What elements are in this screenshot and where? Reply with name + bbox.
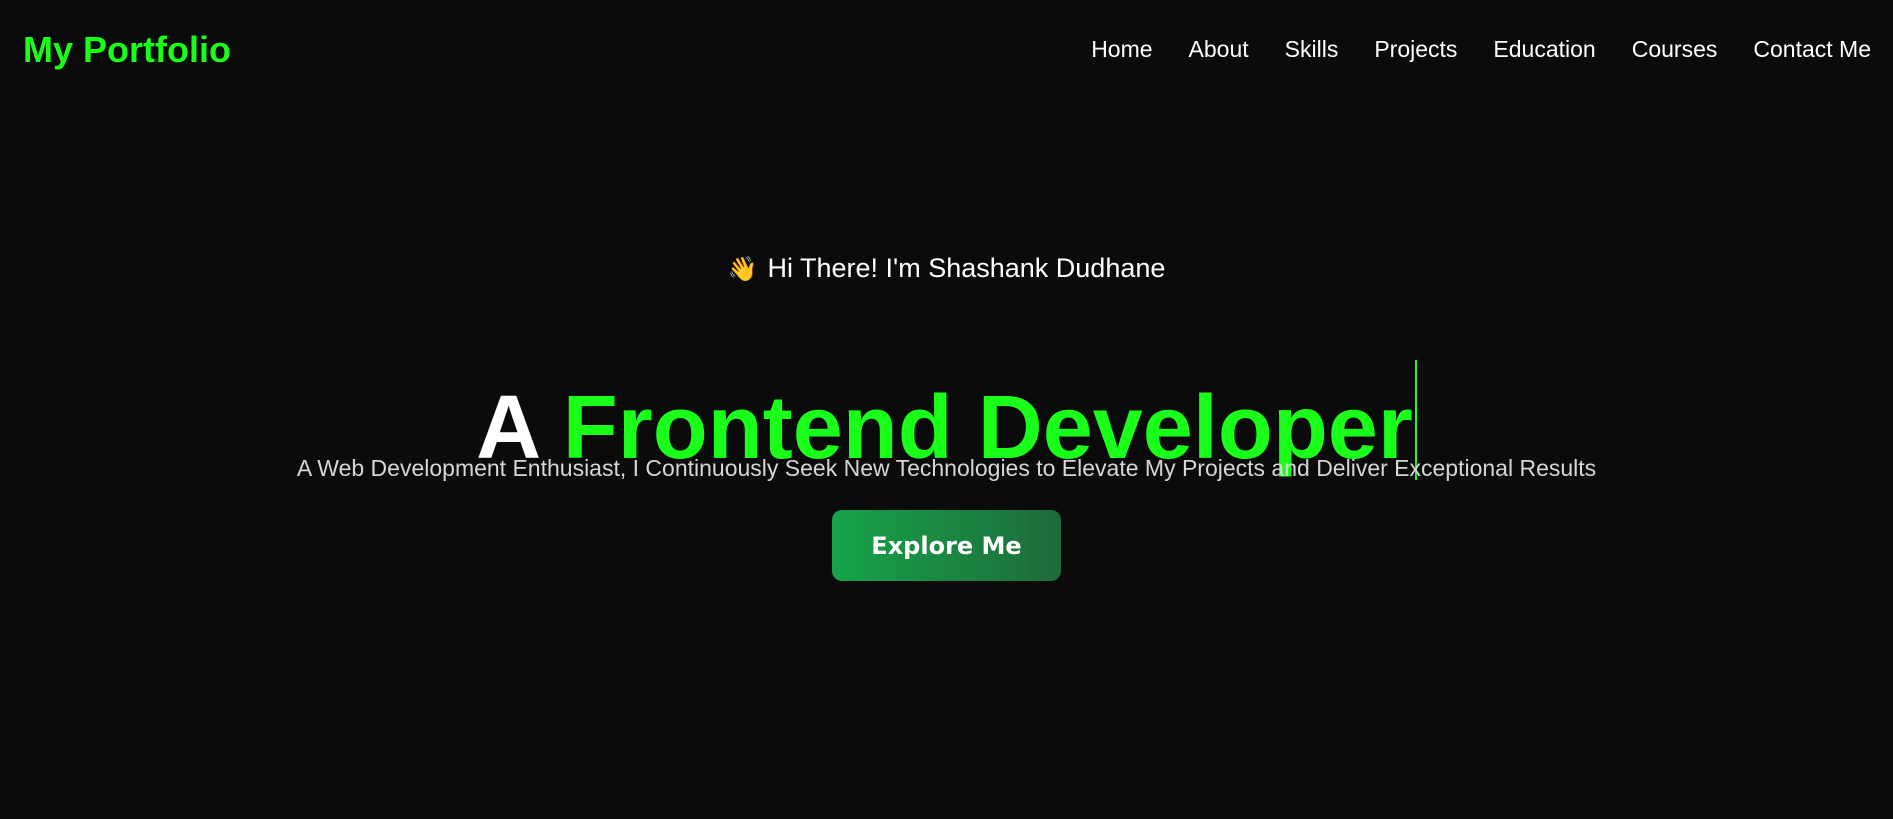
waving-hand-icon: 👋 — [727, 256, 758, 283]
greeting-text: Hi There! I'm Shashank Dudhane — [767, 253, 1166, 283]
portfolio-page: My Portfolio Home About Skills Projects … — [0, 0, 1893, 819]
hero-section: 👋 Hi There! I'm Shashank Dudhane A Fronte… — [0, 0, 1893, 819]
greeting: 👋 Hi There! I'm Shashank Dudhane — [0, 250, 1893, 288]
explore-me-button[interactable]: Explore Me — [832, 510, 1061, 581]
hero-tagline: A Web Development Enthusiast, I Continuo… — [296, 455, 1597, 481]
